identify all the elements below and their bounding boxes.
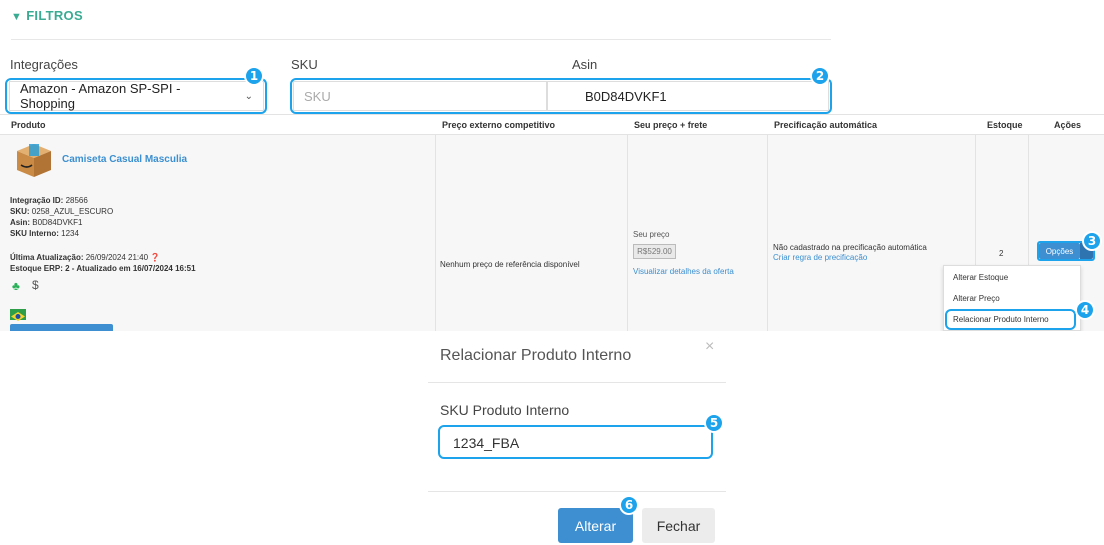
step-badge-5: 5	[704, 413, 724, 433]
highlight-box-4	[945, 309, 1076, 330]
modal-title: Relacionar Produto Interno	[440, 347, 632, 364]
price-input[interactable]: R$529.00	[633, 244, 676, 259]
sku-label: SKU	[291, 57, 318, 72]
create-pricing-rule-link[interactable]: Criar regra de precificação	[773, 252, 867, 263]
brazil-flag-icon	[10, 309, 26, 321]
funnel-icon: ▼	[11, 11, 23, 23]
highlight-box-2	[290, 78, 832, 114]
product-details: Integração ID: 28566 SKU: 0258_AZUL_ESCU…	[10, 196, 114, 238]
product-name-link[interactable]: Camiseta Casual Masculia	[62, 154, 187, 165]
step-badge-6: 6	[619, 495, 639, 515]
step-badge-2: 2	[810, 66, 830, 86]
close-icon[interactable]: ×	[705, 338, 714, 356]
step-badge-1: 1	[244, 66, 264, 86]
partial-button[interactable]	[10, 324, 113, 331]
modal-header-divider	[428, 382, 726, 383]
highlight-box-1	[5, 78, 267, 114]
asin-label: Asin	[572, 57, 598, 72]
stock-value: 2	[999, 249, 1004, 258]
divider	[11, 39, 831, 40]
help-icon[interactable]: ❓	[150, 253, 160, 262]
amazon-box-icon	[13, 141, 55, 179]
filters-title[interactable]: ▼ FILTROS	[11, 8, 83, 23]
header-produto: Produto	[11, 119, 46, 130]
step-badge-4: 4	[1075, 300, 1095, 320]
offer-details-link[interactable]: Visualizar detalhes da oferta	[633, 266, 734, 277]
header-estoque: Estoque	[987, 119, 1023, 130]
modal-footer-divider	[428, 491, 726, 492]
header-acoes: Ações	[1054, 119, 1082, 130]
header-preco-externo: Preço externo competitivo	[442, 119, 556, 130]
header-precificacao: Precificação automática	[774, 119, 878, 130]
step-badge-3: 3	[1082, 231, 1102, 251]
update-info: Última Atualização: 26/09/2024 21:40 ❓ E…	[10, 253, 196, 273]
fechar-button[interactable]: Fechar	[642, 508, 715, 543]
cell-preco-externo	[435, 135, 627, 331]
competitive-price-text: Nenhum preço de referência disponível	[440, 260, 580, 269]
menu-item-alterar-preco[interactable]: Alterar Preço	[953, 294, 1000, 303]
alterar-button[interactable]: Alterar	[558, 508, 633, 543]
menu-item-alterar-estoque[interactable]: Alterar Estoque	[953, 273, 1008, 282]
integrations-label: Integrações	[10, 57, 78, 72]
sku-interno-label: SKU Produto Interno	[440, 402, 570, 418]
highlight-box-5	[438, 425, 713, 459]
sync-icon: ♣	[12, 279, 20, 293]
dollar-icon: $	[32, 278, 39, 292]
seu-preco-label: Seu preço	[633, 230, 670, 239]
header-seu-preco: Seu preço + frete	[634, 119, 708, 130]
